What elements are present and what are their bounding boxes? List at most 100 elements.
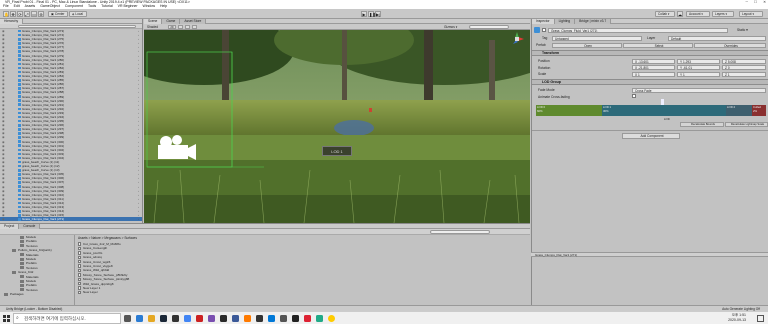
- app-red2-icon[interactable]: [304, 315, 311, 322]
- app-green-icon[interactable]: [316, 315, 323, 322]
- scene-viewport[interactable]: LOD 1: [144, 30, 530, 223]
- lighting-toggle-icon[interactable]: [178, 25, 183, 29]
- position-z-field[interactable]: Z 5.008: [722, 58, 766, 64]
- epic-games-icon[interactable]: [256, 315, 263, 322]
- pivot-center-toggle[interactable]: ▣ Center: [48, 11, 68, 17]
- local-global-toggle[interactable]: ◈ Local: [69, 11, 87, 17]
- edge-icon[interactable]: [136, 315, 143, 322]
- prefab-cube-icon: [18, 201, 21, 205]
- prefab-cube-icon: [18, 99, 21, 102]
- app-red-icon[interactable]: [196, 315, 203, 322]
- cloud-icon[interactable]: ☁: [677, 11, 683, 17]
- kakaotalk-icon[interactable]: [328, 315, 335, 322]
- prefab-cube-icon: [18, 185, 21, 188]
- project-breadcrumb[interactable]: Assets > Nature > Megascans > Surfaces: [78, 236, 137, 240]
- audio-toggle-icon[interactable]: [185, 25, 190, 29]
- position-y-field[interactable]: Y 1.293: [677, 58, 720, 64]
- hand-tool-icon[interactable]: ✋: [3, 11, 9, 17]
- notification-icon[interactable]: [757, 315, 764, 322]
- chrome-icon[interactable]: [184, 315, 191, 322]
- scale-y-field[interactable]: Y 1: [677, 71, 720, 77]
- tab-bridge[interactable]: Bridge | mixin v3.7: [575, 19, 612, 24]
- position-x-field[interactable]: X -13.601: [632, 58, 675, 64]
- project-folder-label: Models: [26, 235, 36, 239]
- prefab-cube-icon: [18, 205, 21, 209]
- layer-dropdown[interactable]: Default: [668, 35, 766, 41]
- lod-band-2[interactable]: LOD 2: [726, 105, 752, 116]
- rotation-x-field[interactable]: X -21.801: [632, 65, 675, 70]
- layout-button[interactable]: Layout ▾: [739, 11, 763, 17]
- object-name-field[interactable]: Grass_Clumps_Fluid_Var1 (271): [548, 27, 728, 33]
- app-windows-icon[interactable]: [268, 315, 275, 322]
- folder-icon: [12, 248, 16, 252]
- app-gray-icon[interactable]: [280, 315, 287, 322]
- file-explorer-icon[interactable]: [148, 315, 155, 322]
- scale-tool-icon[interactable]: ⤢: [24, 11, 30, 17]
- project-file[interactable]: New Layer: [78, 290, 278, 294]
- scene-search-input[interactable]: [469, 25, 509, 29]
- static-dropdown[interactable]: Static ▾: [737, 28, 748, 32]
- rect-tool-icon[interactable]: ▭: [31, 11, 37, 17]
- project-file-label: Mossy_Stone_Surface_ptmkyg88: [83, 277, 130, 282]
- app-blue-icon[interactable]: [232, 315, 239, 322]
- project-file-label: Mossy_Stone_Surface_pf5ihk6y: [83, 272, 128, 277]
- app-dark-icon[interactable]: [292, 315, 299, 322]
- transform-tool-icon[interactable]: ⊕: [38, 11, 44, 17]
- step-icon[interactable]: ▶|: [375, 11, 381, 17]
- project-search-input[interactable]: [430, 230, 490, 234]
- scale-z-field[interactable]: Z 1: [722, 71, 766, 77]
- folder-icon: [4, 292, 8, 296]
- app-orange-icon[interactable]: [244, 315, 251, 322]
- prefab-open-button[interactable]: Open: [552, 42, 622, 48]
- play-icon[interactable]: ▶: [361, 11, 367, 17]
- tab-inspector[interactable]: Inspector: [532, 19, 555, 24]
- task-view-icon[interactable]: [124, 315, 131, 322]
- unity-hub-icon[interactable]: [172, 315, 179, 322]
- taskbar-search-box[interactable]: ⌕ 검색하려면 여기에 입력하십시오.: [13, 313, 121, 324]
- unity-icon[interactable]: [220, 315, 227, 322]
- rotation-z-field[interactable]: Z 0: [722, 65, 766, 70]
- lod-band-1-pct: 30%: [603, 108, 609, 113]
- rotate-tool-icon[interactable]: ⟳: [17, 11, 23, 17]
- fade-mode-dropdown[interactable]: Cross Fade: [632, 87, 766, 93]
- tag-dropdown[interactable]: Untagged: [552, 35, 642, 41]
- lod-group-header[interactable]: LOD Group: [532, 79, 768, 85]
- project-folder-label: Textures: [26, 265, 38, 270]
- recalculate-lightmap-scale-button[interactable]: Recalculate Lightmap Scale: [725, 122, 768, 127]
- scale-x-field[interactable]: X 1: [632, 71, 675, 77]
- move-tool-icon[interactable]: ✥: [10, 11, 16, 17]
- effects-toggle-icon[interactable]: [192, 25, 197, 29]
- animate-crossfade-checkbox[interactable]: [632, 94, 636, 98]
- prefab-overrides-dropdown[interactable]: Overrides: [694, 42, 766, 48]
- transform-header[interactable]: Transform: [532, 50, 768, 56]
- 2d-toggle[interactable]: 2D: [168, 25, 176, 29]
- steam-icon[interactable]: [160, 315, 167, 322]
- active-checkbox[interactable]: [542, 28, 546, 32]
- visual-studio-icon[interactable]: [208, 315, 215, 322]
- windows-start-icon[interactable]: [3, 315, 10, 322]
- hierarchy-item[interactable]: ◉ Grass_Clumps_Flat_Var1 (271) ›: [0, 217, 142, 222]
- lod-band-culled[interactable]: Culled 2%: [752, 105, 766, 116]
- layers-button[interactable]: Layers ▾: [712, 11, 734, 17]
- lod-band-1[interactable]: LOD 1 30%: [602, 105, 726, 116]
- prefab-cube-icon: [18, 74, 21, 78]
- recalculate-bounds-button[interactable]: Recalculate Bounds: [680, 122, 724, 127]
- scene-orientation-gizmo[interactable]: [510, 32, 524, 46]
- prefab-select-button[interactable]: Select: [623, 42, 693, 48]
- chevron-right-icon[interactable]: ›: [138, 217, 139, 221]
- prefab-label: Prefab: [536, 43, 546, 47]
- account-button[interactable]: Account ▾: [686, 11, 710, 17]
- collab-button[interactable]: Collab ▾: [655, 11, 675, 17]
- lod-bar[interactable]: LOD 0 60% LOD 1 30% LOD 2 Culled 2%: [536, 105, 766, 116]
- taskbar-clock[interactable]: 오후 1:51 2020-09-13: [728, 313, 746, 323]
- material-file-icon: [78, 268, 81, 273]
- add-component-button[interactable]: Add Component: [622, 133, 680, 139]
- center-label: Center: [54, 12, 65, 16]
- pause-icon[interactable]: ❚❚: [368, 11, 376, 17]
- tab-lighting[interactable]: Lighting: [554, 19, 576, 24]
- lod-band-0[interactable]: LOD 0 60%: [536, 105, 602, 116]
- rotation-y-field[interactable]: Y -61.01: [677, 65, 720, 70]
- visibility-icon[interactable]: ◉: [2, 217, 5, 221]
- hierarchy-search-input[interactable]: [18, 24, 136, 28]
- project-folder[interactable]: Packages: [0, 292, 74, 296]
